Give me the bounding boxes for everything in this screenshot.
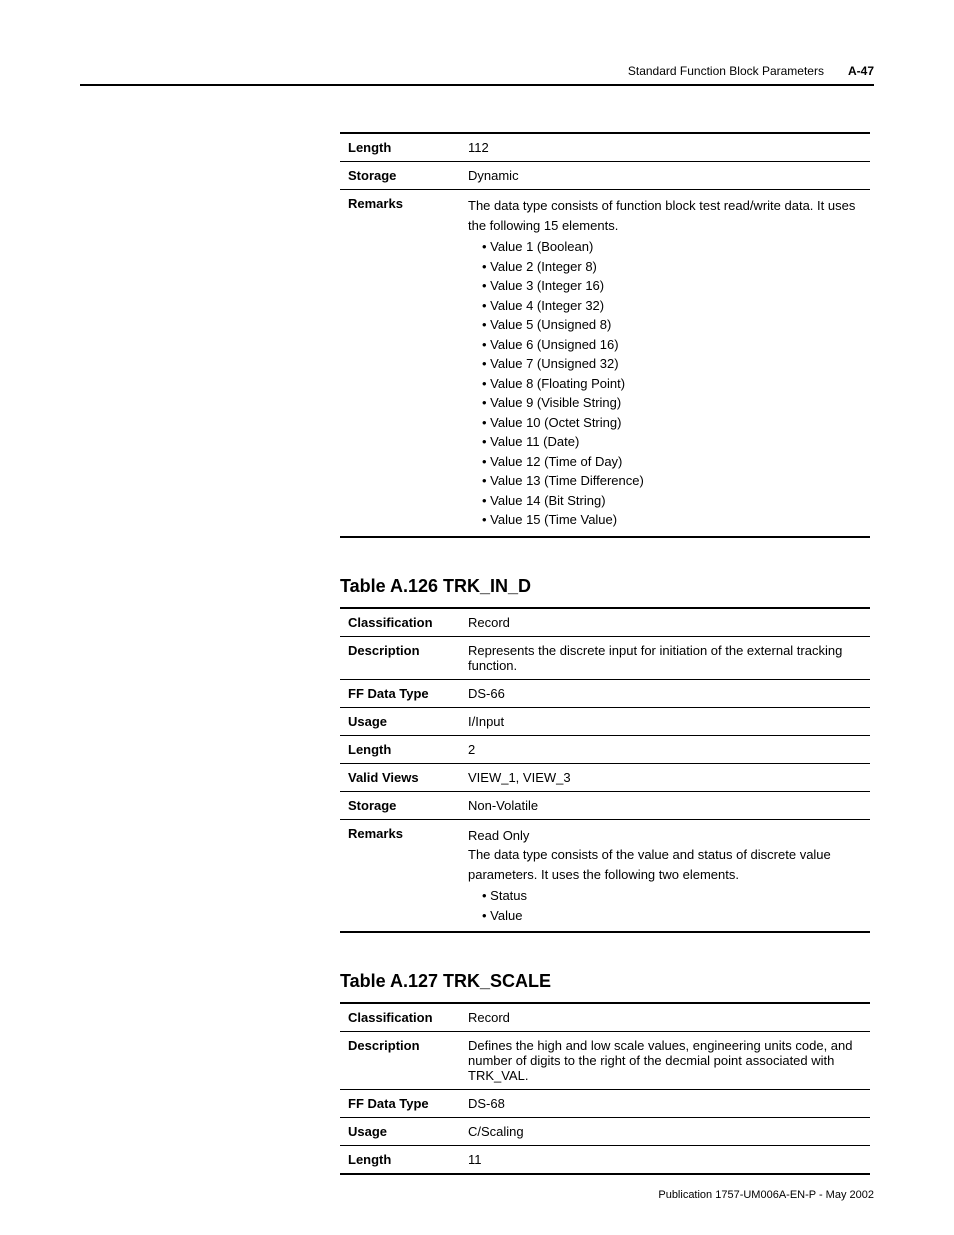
list-item: Value 15 (Time Value): [482, 510, 862, 530]
table-title-trk-scale: Table A.127 TRK_SCALE: [340, 971, 870, 992]
table-row: Length 2: [340, 735, 870, 763]
cell-val: 2: [460, 735, 870, 763]
table-row: Remarks Read Only The data type consists…: [340, 819, 870, 932]
cell-val: Represents the discrete input for initia…: [460, 636, 870, 679]
list-item: Value 12 (Time of Day): [482, 452, 862, 472]
cell-key: Storage: [340, 791, 460, 819]
cell-val: The data type consists of function block…: [460, 190, 870, 537]
table-row: FF Data Type DS-68: [340, 1090, 870, 1118]
table-row: Length 11: [340, 1146, 870, 1175]
cell-val: Dynamic: [460, 162, 870, 190]
param-table-continued: Length 112 Storage Dynamic Remarks The d…: [340, 132, 870, 538]
list-item: Value 5 (Unsigned 8): [482, 315, 862, 335]
publication-footer: Publication 1757-UM006A-EN-P - May 2002: [658, 1189, 874, 1201]
list-item: Value 9 (Visible String): [482, 393, 862, 413]
table-row: Description Represents the discrete inpu…: [340, 636, 870, 679]
list-item: Value 4 (Integer 32): [482, 296, 862, 316]
remarks-intro-2: The data type consists of the value and …: [468, 845, 862, 884]
list-item: Value 14 (Bit String): [482, 491, 862, 511]
cell-key: Description: [340, 636, 460, 679]
cell-val: DS-68: [460, 1090, 870, 1118]
param-table-trk-in-d: Classification Record Description Repres…: [340, 607, 870, 934]
cell-val: I/Input: [460, 707, 870, 735]
table-row: Classification Record: [340, 1003, 870, 1032]
list-item: Value 10 (Octet String): [482, 413, 862, 433]
cell-val: 11: [460, 1146, 870, 1175]
content-area: Length 112 Storage Dynamic Remarks The d…: [340, 132, 870, 1175]
cell-val: Non-Volatile: [460, 791, 870, 819]
cell-val: Read Only The data type consists of the …: [460, 819, 870, 932]
cell-val: DS-66: [460, 679, 870, 707]
param-table-trk-scale: Classification Record Description Define…: [340, 1002, 870, 1175]
table-title-trk-in-d: Table A.126 TRK_IN_D: [340, 576, 870, 597]
table-row: Storage Non-Volatile: [340, 791, 870, 819]
table-row: Usage I/Input: [340, 707, 870, 735]
cell-key: Remarks: [340, 819, 460, 932]
cell-key: Valid Views: [340, 763, 460, 791]
cell-key: Classification: [340, 1003, 460, 1032]
list-item: Value 6 (Unsigned 16): [482, 335, 862, 355]
cell-key: Length: [340, 735, 460, 763]
header-title: Standard Function Block Parameters: [628, 64, 824, 78]
remarks-list: Value 1 (Boolean) Value 2 (Integer 8) Va…: [468, 237, 862, 530]
table-row: Usage C/Scaling: [340, 1118, 870, 1146]
cell-key: Remarks: [340, 190, 460, 537]
cell-key: Length: [340, 133, 460, 162]
cell-key: Usage: [340, 707, 460, 735]
cell-key: Storage: [340, 162, 460, 190]
cell-val: 112: [460, 133, 870, 162]
cell-key: FF Data Type: [340, 1090, 460, 1118]
list-item: Value: [482, 906, 862, 926]
table-row: Valid Views VIEW_1, VIEW_3: [340, 763, 870, 791]
table-row: Classification Record: [340, 608, 870, 637]
cell-key: Description: [340, 1032, 460, 1090]
cell-val: Defines the high and low scale values, e…: [460, 1032, 870, 1090]
list-item: Value 11 (Date): [482, 432, 862, 452]
list-item: Value 3 (Integer 16): [482, 276, 862, 296]
cell-key: Usage: [340, 1118, 460, 1146]
cell-val: Record: [460, 608, 870, 637]
cell-val: C/Scaling: [460, 1118, 870, 1146]
cell-key: Length: [340, 1146, 460, 1175]
list-item: Status: [482, 886, 862, 906]
table-row: Remarks The data type consists of functi…: [340, 190, 870, 537]
remarks-intro-1: Read Only: [468, 826, 862, 846]
cell-val: Record: [460, 1003, 870, 1032]
table-row: Description Defines the high and low sca…: [340, 1032, 870, 1090]
remarks-list: Status Value: [468, 886, 862, 925]
list-item: Value 8 (Floating Point): [482, 374, 862, 394]
cell-val: VIEW_1, VIEW_3: [460, 763, 870, 791]
table-row: Storage Dynamic: [340, 162, 870, 190]
cell-key: Classification: [340, 608, 460, 637]
header-rule: [80, 84, 874, 86]
list-item: Value 7 (Unsigned 32): [482, 354, 862, 374]
remarks-intro: The data type consists of function block…: [468, 196, 862, 235]
list-item: Value 13 (Time Difference): [482, 471, 862, 491]
list-item: Value 2 (Integer 8): [482, 257, 862, 277]
table-row: Length 112: [340, 133, 870, 162]
table-row: FF Data Type DS-66: [340, 679, 870, 707]
list-item: Value 1 (Boolean): [482, 237, 862, 257]
running-header: Standard Function Block Parameters A-47: [80, 64, 874, 78]
cell-key: FF Data Type: [340, 679, 460, 707]
header-page-number: A-47: [848, 64, 874, 78]
